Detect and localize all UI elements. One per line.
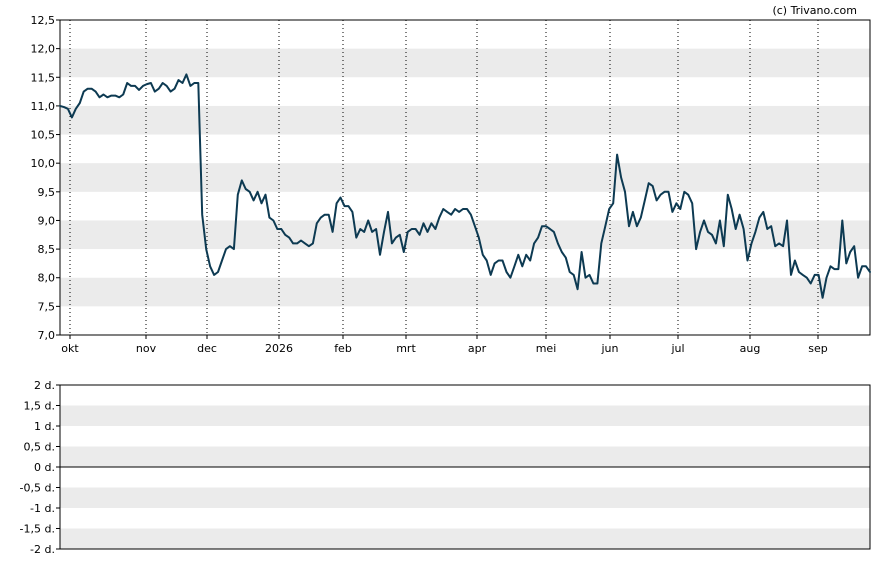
delta-y-tick-label: 0 d. [34, 461, 55, 474]
x-tick-label: nov [136, 342, 157, 355]
y-tick-label: 12,0 [31, 43, 56, 56]
y-tick-label: 11,0 [31, 100, 56, 113]
x-tick-label: feb [334, 342, 352, 355]
copyright-label: (c) Trivano.com [772, 4, 857, 17]
x-tick-label: sep [808, 342, 827, 355]
y-tick-label: 11,5 [31, 71, 56, 84]
x-tick-label: apr [468, 342, 487, 355]
delta-y-tick-label: -2 d. [30, 543, 55, 556]
price-band [60, 48, 870, 78]
chart-canvas: (c) Trivano.com 12,5 12,0 11,5 11,0 10,5 10,0… [20, 4, 871, 556]
x-tick-label: mrt [396, 342, 416, 355]
price-chart-x-ticks: okt nov dec 2026 feb mrt apr mei jun jul aug sep [61, 335, 828, 355]
delta-band [60, 487, 870, 508]
y-tick-label: 9,5 [38, 186, 56, 199]
price-band [60, 277, 870, 307]
y-tick-label: 7,0 [38, 329, 56, 342]
x-tick-label: mei [536, 342, 557, 355]
delta-y-tick-label: 0,5 d. [24, 441, 55, 454]
delta-y-tick-label: -1,5 d. [20, 523, 55, 536]
delta-band [60, 405, 870, 426]
delta-y-tick-label: -1 d. [30, 502, 55, 515]
y-tick-label: 12,5 [31, 14, 56, 27]
delta-y-tick-label: 1,5 d. [24, 400, 55, 413]
delta-band [60, 446, 870, 467]
delta-chart-bands [60, 405, 870, 549]
y-tick-label: 7,5 [38, 300, 56, 313]
y-tick-label: 8,0 [38, 272, 56, 285]
price-band [60, 220, 870, 250]
x-tick-label: 2026 [265, 342, 293, 355]
price-chart: 12,5 12,0 11,5 11,0 10,5 10,0 9,5 9,0 8,5 8,0 7,5 7… [31, 14, 871, 355]
price-chart-bands [60, 48, 870, 307]
price-band [60, 105, 870, 135]
delta-band [60, 528, 870, 549]
x-tick-label: okt [61, 342, 79, 355]
x-tick-label: jul [670, 342, 684, 355]
price-band [60, 163, 870, 192]
y-tick-label: 10,5 [31, 129, 56, 142]
delta-chart: 2 d. 1,5 d. 1 d. 0,5 d. 0 d. -0,5 d. -1 d. -1,5… [20, 379, 871, 556]
x-tick-label: aug [740, 342, 761, 355]
delta-y-tick-label: 1 d. [34, 420, 55, 433]
delta-y-tick-label: -0,5 d. [20, 482, 55, 495]
x-tick-label: jun [601, 342, 619, 355]
delta-chart-y-ticks: 2 d. 1,5 d. 1 d. 0,5 d. 0 d. -0,5 d. -1 d. -1,5… [20, 379, 60, 556]
delta-y-tick-label: 2 d. [34, 379, 55, 392]
x-tick-label: dec [197, 342, 217, 355]
y-tick-label: 9,0 [38, 214, 56, 227]
y-tick-label: 8,5 [38, 243, 56, 256]
y-tick-label: 10,0 [31, 157, 56, 170]
price-chart-y-ticks: 12,5 12,0 11,5 11,0 10,5 10,0 9,5 9,0 8,5 8,0 7,5 7… [31, 14, 60, 342]
